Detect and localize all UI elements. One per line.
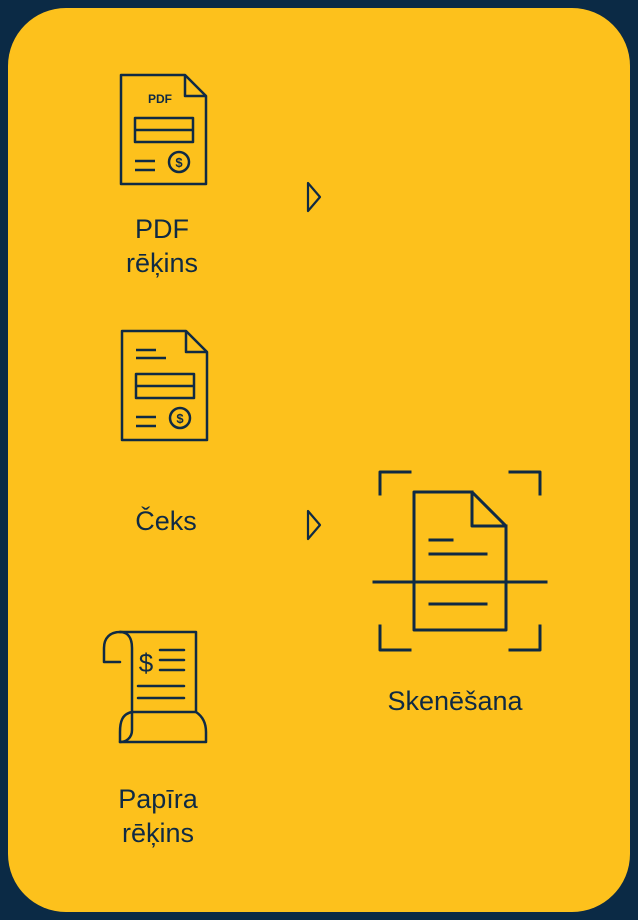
svg-text:$: $ <box>175 155 183 170</box>
receipt-document-icon: $ <box>118 328 210 444</box>
svg-text:$: $ <box>176 411 184 426</box>
pdf-invoice-icon: PDF $ <box>117 72 209 188</box>
play-arrow-icon <box>306 181 322 218</box>
pdf-invoice-label: PDF rēķins <box>125 214 199 278</box>
receipt-label: Čeks <box>135 506 197 536</box>
play-arrow-icon <box>306 509 322 546</box>
scan-document-icon <box>370 466 550 658</box>
paper-invoice-label: Papīra rēķins <box>118 784 198 848</box>
currency-symbol: $ <box>139 648 154 678</box>
scanning-label: Skenēšana <box>387 686 523 716</box>
paper-scroll-invoice-icon: $ <box>98 626 214 750</box>
diagram-card <box>8 8 630 912</box>
pdf-badge-text: PDF <box>148 92 172 106</box>
